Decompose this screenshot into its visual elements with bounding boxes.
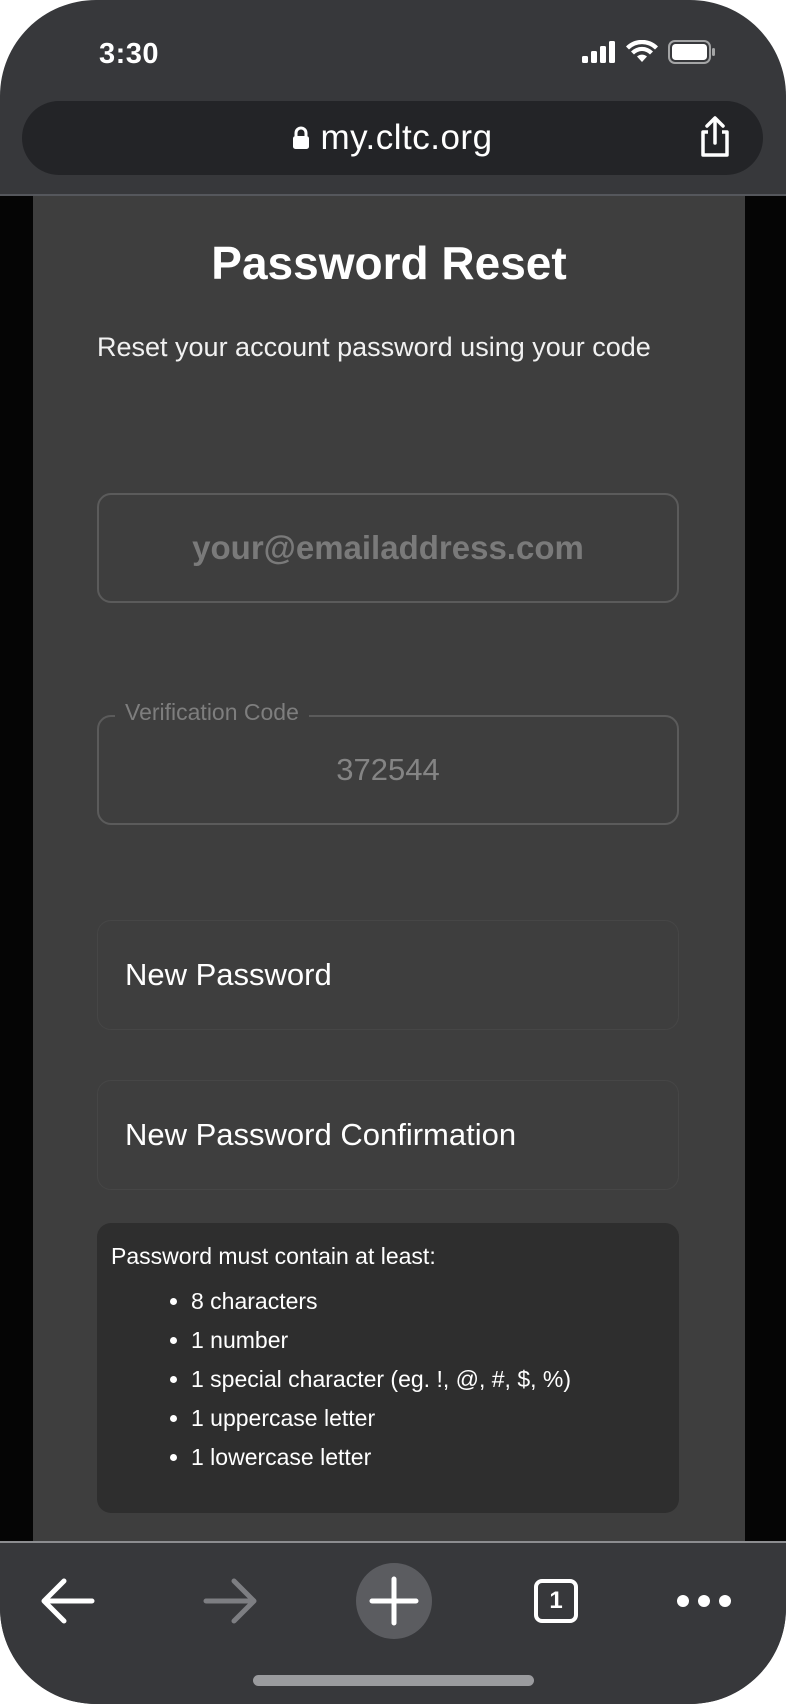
new-password-confirmation-field[interactable]: New Password Confirmation [97, 1080, 679, 1190]
requirement-item: 1 uppercase letter [191, 1399, 665, 1438]
forward-button[interactable] [192, 1563, 268, 1639]
arrow-left-icon [41, 1578, 95, 1624]
password-requirements: Password must contain at least: 8 charac… [97, 1223, 679, 1513]
lock-icon [293, 126, 310, 149]
requirement-item: 8 characters [191, 1282, 665, 1321]
share-icon[interactable] [693, 115, 737, 159]
requirement-item: 1 number [191, 1321, 665, 1360]
address-center: my.cltc.org [22, 101, 763, 175]
page-subtitle: Reset your account password using your c… [97, 332, 651, 362]
more-button[interactable] [666, 1563, 742, 1639]
arrow-right-icon [203, 1578, 257, 1624]
requirement-item: 1 special character (eg. !, @, #, $, %) [191, 1360, 665, 1399]
new-password-field[interactable]: New Password [97, 920, 679, 1030]
password-reset-panel: Password Reset Reset your account passwo… [33, 196, 745, 1541]
requirements-heading: Password must contain at least: [111, 1243, 436, 1269]
tabs-button[interactable]: 1 [518, 1563, 594, 1639]
requirement-item: 1 lowercase letter [191, 1438, 665, 1477]
status-icons [582, 40, 716, 64]
cellular-signal-icon [582, 41, 615, 63]
status-time: 3:30 [99, 38, 160, 70]
battery-icon [668, 40, 715, 64]
tab-count: 1 [534, 1579, 578, 1623]
new-tab-button[interactable] [356, 1563, 432, 1639]
requirements-list: 8 characters 1 number 1 special characte… [111, 1282, 665, 1477]
new-password-placeholder: New Password [125, 957, 332, 992]
home-indicator[interactable] [253, 1675, 534, 1686]
verification-code-value: 372544 [336, 752, 440, 787]
new-password-confirmation-placeholder: New Password Confirmation [125, 1117, 517, 1152]
url-text: my.cltc.org [320, 118, 493, 157]
back-button[interactable] [30, 1563, 106, 1639]
email-field[interactable]: your@emailaddress.com [97, 493, 679, 603]
page-title: Password Reset [211, 237, 567, 289]
verification-code-field[interactable]: Verification Code 372544 [97, 699, 679, 825]
wifi-icon [626, 40, 658, 62]
plus-icon [369, 1576, 419, 1626]
more-dots-icon [677, 1595, 731, 1607]
phone-frame: 3:30 my.cltc.org Password Reset Reset yo… [0, 0, 786, 1704]
email-placeholder: your@emailaddress.com [192, 529, 584, 566]
web-content: Password Reset Reset your account passwo… [0, 196, 786, 1541]
address-bar[interactable]: my.cltc.org [22, 101, 763, 175]
